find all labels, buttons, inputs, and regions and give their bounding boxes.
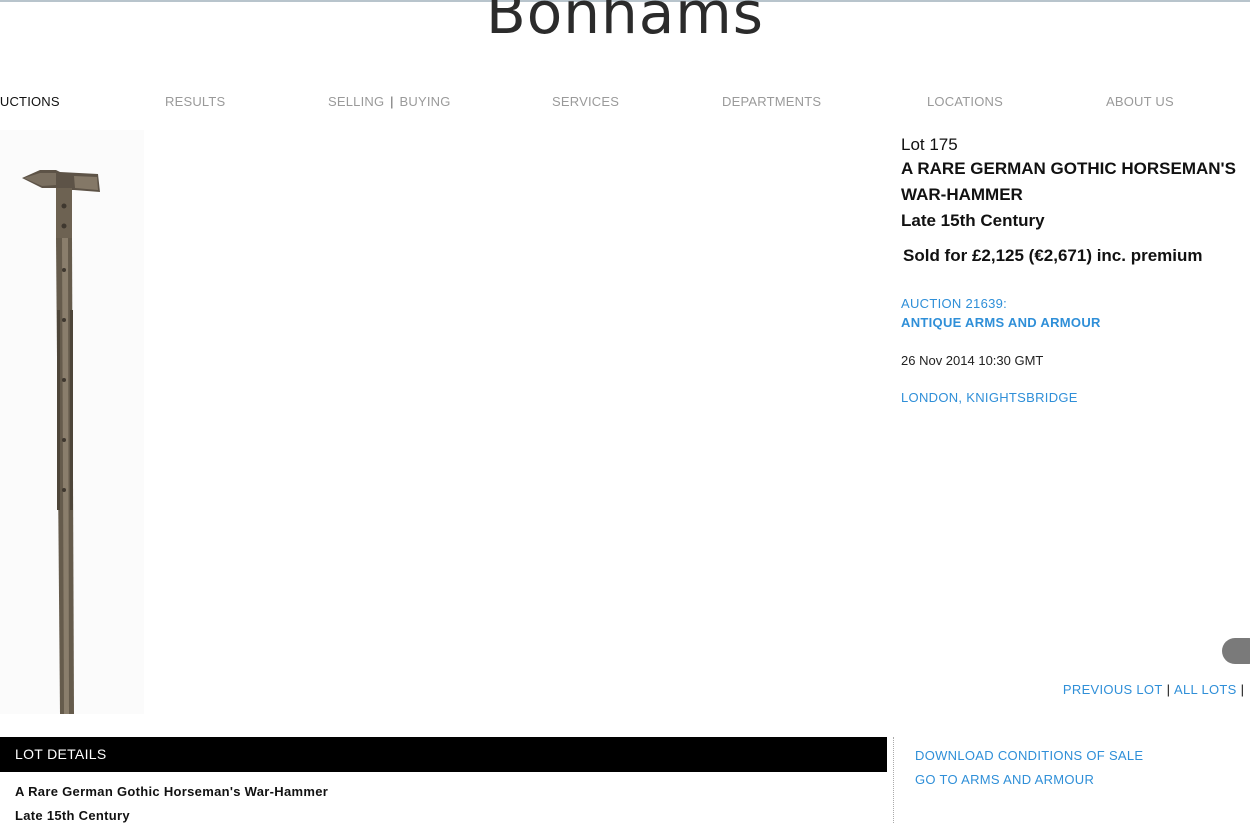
lot-title-line3: Late 15th Century <box>901 211 1045 230</box>
lot-nav-separator: | <box>1166 682 1170 697</box>
lot-sold-price: Sold for £2,125 (€2,671) inc. premium <box>903 246 1203 265</box>
auction-code-link[interactable]: AUCTION 21639: <box>901 294 1246 313</box>
lot-title-line2: WAR-HAMMER <box>901 185 1023 204</box>
lot-details-title: LOT DETAILS <box>15 746 107 762</box>
nav-selling-buying: SELLING | BUYING <box>328 94 451 109</box>
lot-navigation: PREVIOUS LOT | ALL LOTS | <box>1063 682 1248 697</box>
all-lots-link[interactable]: ALL LOTS <box>1174 682 1237 697</box>
auction-location-link[interactable]: LONDON, KNIGHTSBRIDGE <box>901 390 1246 405</box>
lot-details-body: A Rare German Gothic Horseman's War-Hamm… <box>15 780 328 828</box>
go-to-department-link[interactable]: GO TO ARMS AND ARMOUR <box>915 768 1143 792</box>
lot-image[interactable] <box>0 130 144 714</box>
nav-results[interactable]: RESULTS <box>165 94 225 109</box>
lot-number: Lot 175 <box>901 135 958 154</box>
war-hammer-icon <box>22 170 100 714</box>
nav-services[interactable]: SERVICES <box>552 94 619 109</box>
auction-date: 26 Nov 2014 10:30 GMT <box>901 353 1044 368</box>
main-nav: AUCTIONS RESULTS SELLING | BUYING SERVIC… <box>0 94 1250 110</box>
download-conditions-link[interactable]: DOWNLOAD CONDITIONS OF SALE <box>915 744 1143 768</box>
lot-details-header: LOT DETAILS <box>0 737 887 772</box>
previous-lot-link[interactable]: PREVIOUS LOT <box>1063 682 1163 697</box>
nav-departments[interactable]: DEPARTMENTS <box>722 94 821 109</box>
site-logo[interactable]: Bonhams <box>0 0 1250 48</box>
details-line2: Late 15th Century <box>15 808 130 823</box>
lot-nav-separator-end: | <box>1240 682 1244 697</box>
column-divider <box>893 737 894 823</box>
nav-locations[interactable]: LOCATIONS <box>927 94 1003 109</box>
nav-about[interactable]: ABOUT US <box>1106 94 1174 109</box>
scroll-handle[interactable] <box>1222 638 1250 664</box>
nav-buying[interactable]: BUYING <box>400 94 451 109</box>
nav-selling[interactable]: SELLING <box>328 94 384 109</box>
lot-info: Lot 175 A RARE GERMAN GOTHIC HORSEMAN'S … <box>901 134 1246 405</box>
side-links: DOWNLOAD CONDITIONS OF SALE GO TO ARMS A… <box>915 744 1143 792</box>
nav-separator: | <box>390 94 394 109</box>
lot-title-line1: A RARE GERMAN GOTHIC HORSEMAN'S <box>901 159 1236 178</box>
nav-auctions[interactable]: AUCTIONS <box>0 94 60 109</box>
auction-name-link[interactable]: ANTIQUE ARMS AND ARMOUR <box>901 313 1246 332</box>
details-line1: A Rare German Gothic Horseman's War-Hamm… <box>15 784 329 799</box>
